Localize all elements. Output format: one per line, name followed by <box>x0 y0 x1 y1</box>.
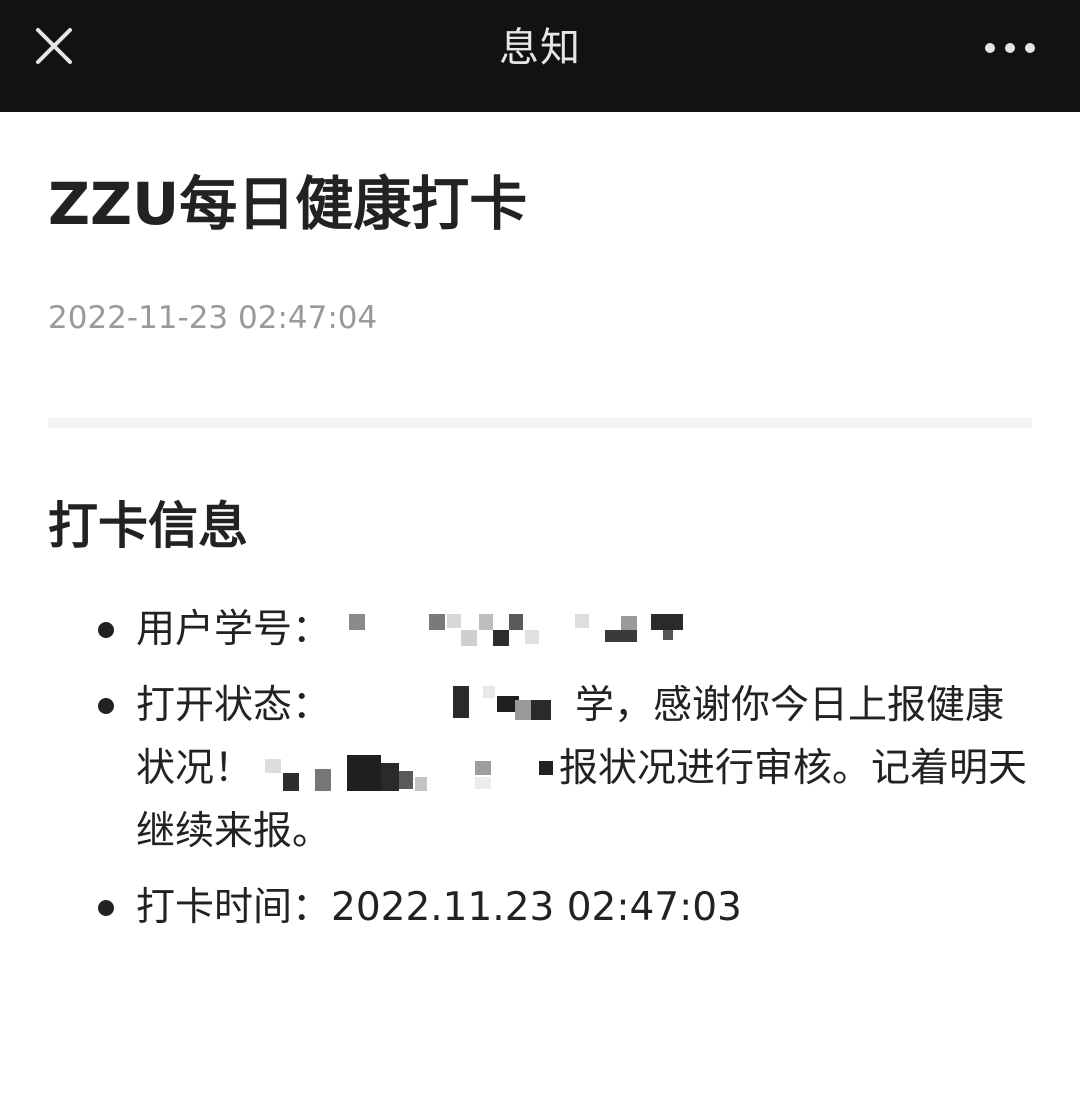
status-label: 打开状态： <box>136 683 332 728</box>
redacted-mosaic <box>253 749 559 793</box>
bullet-icon <box>98 698 114 714</box>
message-time: 2022-11-23 02:47:04 <box>48 300 378 336</box>
message-title: ZZU每日健康打卡 <box>48 170 528 238</box>
more-button[interactable] <box>978 28 1042 68</box>
list-item-status: 打开状态： 学，感谢你今日上报健康状况！ 报状况进行审核。记着明天继续来报。 <box>48 674 1032 863</box>
section-title: 打卡信息 <box>48 497 248 555</box>
more-horizontal-icon <box>985 43 1035 53</box>
redacted-mosaic <box>343 610 684 654</box>
list-item-student-id: 用户学号： <box>48 598 1032 661</box>
checkin-time-value: 2022.11.23 02:47:03 <box>331 885 742 930</box>
student-id-label: 用户学号： <box>136 607 332 652</box>
checkin-time-label: 打卡时间： <box>136 885 332 930</box>
bullet-icon <box>98 900 114 916</box>
bullet-icon <box>98 622 114 638</box>
navigation-bar: 息知 <box>0 0 1080 112</box>
page-title: 息知 <box>499 25 581 71</box>
info-list: 用户学号： 打开状态： 学，感谢你今日上报健康状况！ 报状况进行审核。记着明天继… <box>48 598 1032 952</box>
divider <box>48 418 1032 428</box>
list-item-checkin-time: 打卡时间：2022.11.23 02:47:03 <box>48 876 1032 939</box>
redacted-mosaic <box>331 685 575 730</box>
